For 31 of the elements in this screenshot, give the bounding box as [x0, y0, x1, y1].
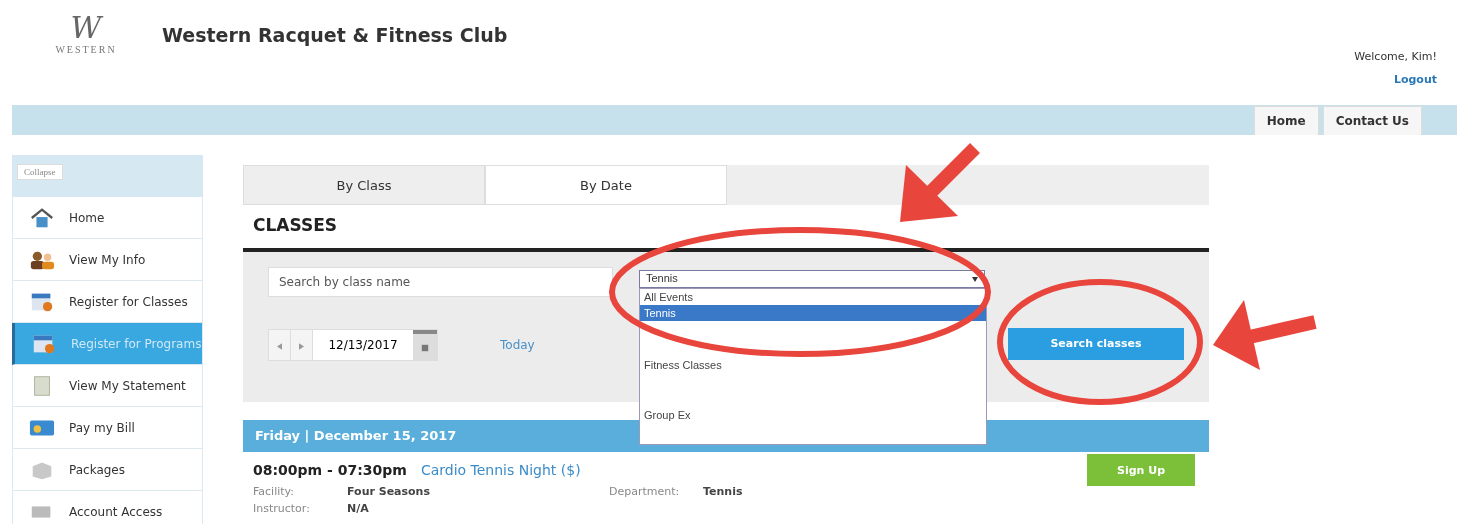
dropdown-option[interactable]: Fitness Classes: [640, 357, 986, 373]
field-value: Tennis: [703, 485, 744, 498]
club-logo: W WESTERN: [54, 12, 118, 57]
sidebar-item[interactable]: Register for Classes: [12, 281, 203, 323]
field-label: Facility:: [253, 485, 295, 498]
logout-link[interactable]: Logout: [1393, 73, 1437, 86]
field-value: N/A: [347, 502, 370, 515]
caret-icon: [972, 277, 978, 282]
collapse-button[interactable]: Collapse: [17, 164, 63, 180]
view-tab[interactable]: By Class: [243, 165, 485, 205]
event-time: 08:00pm - 07:30pm: [253, 462, 407, 478]
dropdown-option[interactable]: Tennis: [640, 305, 986, 321]
welcome-text: Welcome, Kim!: [1354, 50, 1437, 63]
sidebar-item[interactable]: Pay my Bill: [12, 407, 203, 449]
sidebar-item[interactable]: View My Info: [12, 239, 203, 281]
nav-tab[interactable]: Home: [1253, 106, 1319, 135]
sidebar-item[interactable]: Home: [12, 197, 203, 239]
dropdown-option[interactable]: All Events: [640, 289, 986, 305]
field-label: Department:: [609, 485, 681, 498]
site-title: Western Racquet & Fitness Club: [162, 24, 508, 48]
view-tab[interactable]: By Date: [485, 165, 727, 205]
house-icon: [29, 206, 55, 229]
sidebar-item[interactable]: View My Statement: [12, 365, 203, 407]
sidebar-item[interactable]: Packages: [12, 449, 203, 491]
nav-tab[interactable]: Contact Us: [1322, 106, 1422, 135]
dropdown-option[interactable]: Group Ex: [640, 407, 986, 423]
field-value: Four Seasons: [347, 485, 431, 498]
event-title-link[interactable]: Cardio Tennis Night ($): [420, 462, 581, 478]
search-field[interactable]: Search by class name: [268, 267, 613, 297]
field-label: Instructor:: [253, 502, 311, 515]
sidebar-item[interactable]: Account Access: [12, 491, 203, 524]
